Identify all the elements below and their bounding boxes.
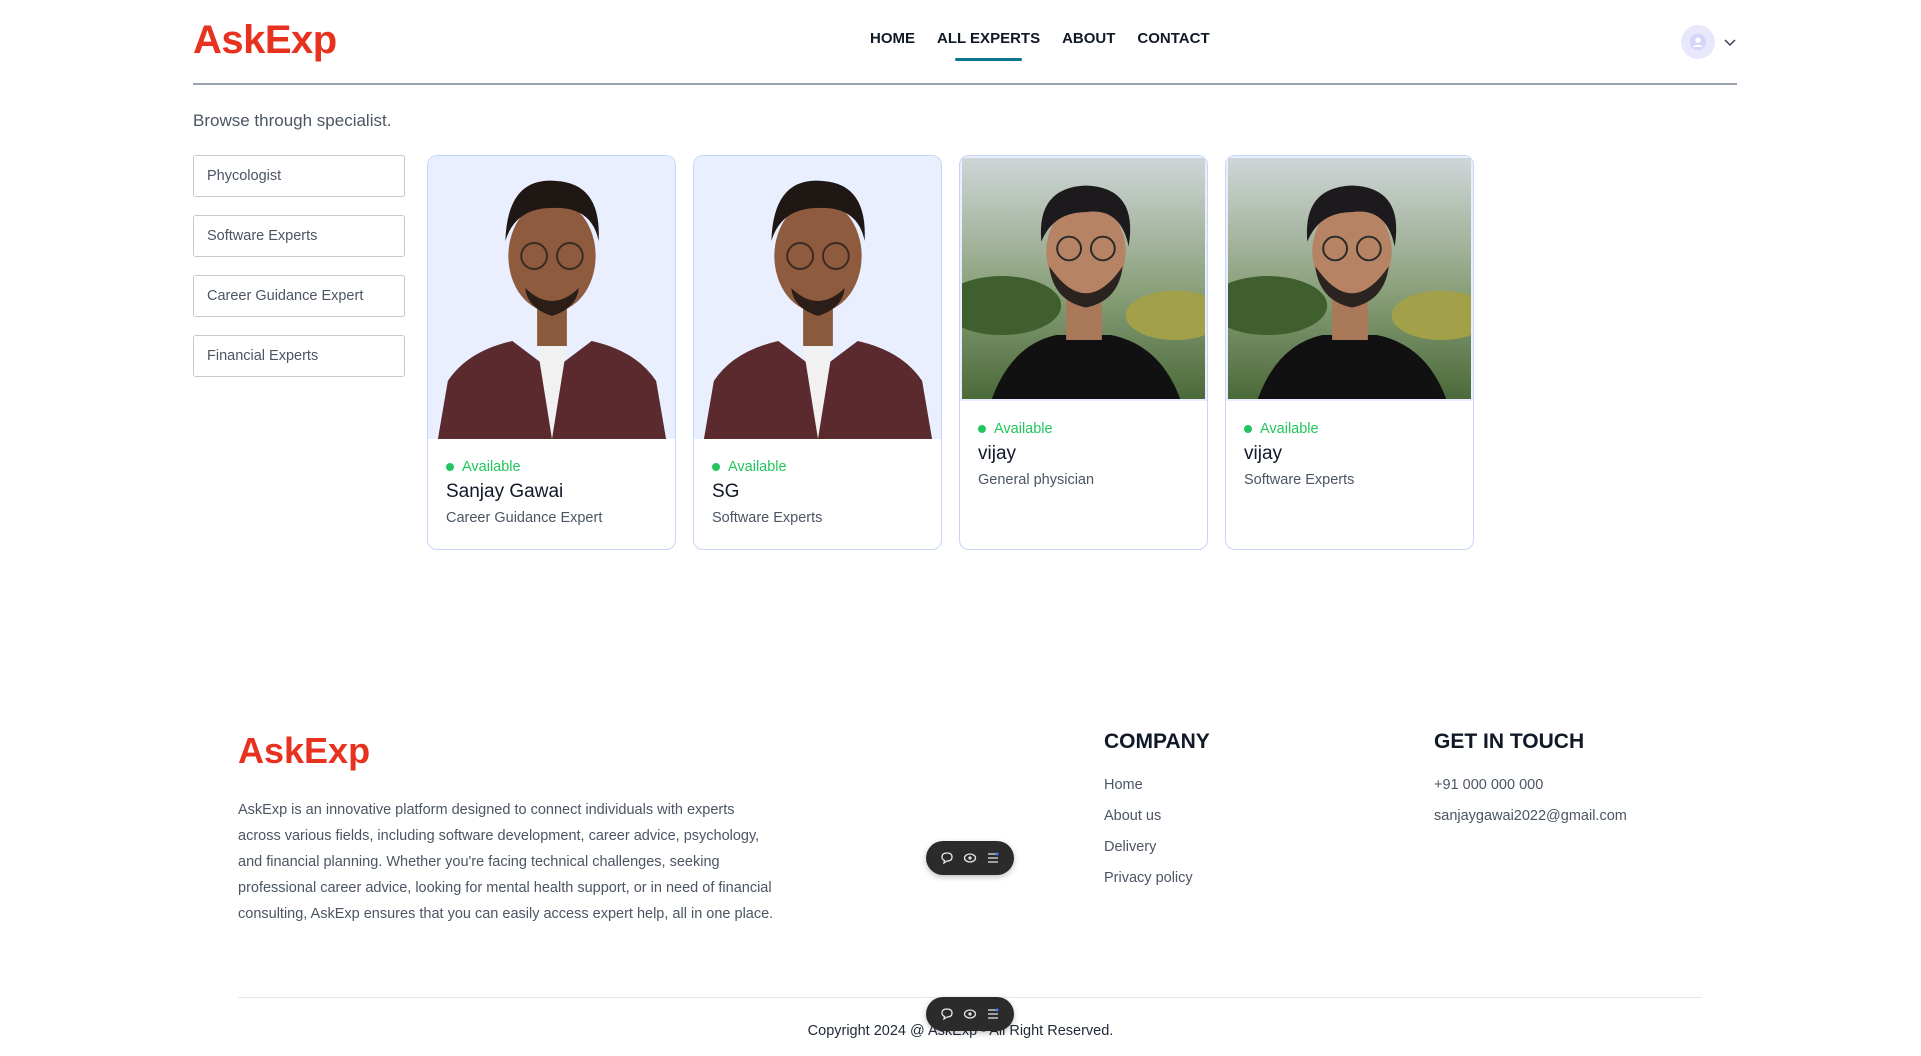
- main-nav: HOME ALL EXPERTS ABOUT CONTACT: [870, 30, 1210, 61]
- filter-financial-experts[interactable]: Financial Experts: [193, 335, 405, 377]
- expert-card[interactable]: Available vijay General physician: [959, 155, 1208, 550]
- page-intro: Browse through specialist.: [193, 111, 392, 130]
- expert-card[interactable]: Available SG Software Experts: [693, 155, 942, 550]
- expert-name: vijay: [978, 443, 1017, 464]
- status-label: Available: [994, 421, 1053, 437]
- list-icon[interactable]: [986, 851, 1000, 865]
- expert-name: Sanjay Gawai: [446, 481, 564, 502]
- footer-contact-column: GET IN TOUCH +91 000 000 000 sanjaygawai…: [1434, 730, 1627, 838]
- user-icon: [1689, 33, 1707, 51]
- footer-logo: AskExp: [238, 730, 371, 771]
- footer-company-title: COMPANY: [1104, 730, 1210, 753]
- expert-speciality: General physician: [978, 472, 1095, 488]
- chevron-down-icon[interactable]: [1723, 35, 1737, 49]
- profile-menu[interactable]: [1681, 25, 1737, 59]
- expert-photo: [428, 156, 675, 439]
- status-label: Available: [728, 459, 787, 475]
- list-icon[interactable]: [986, 1007, 1000, 1021]
- footer-contact-title: GET IN TOUCH: [1434, 730, 1585, 753]
- footer-email: sanjaygawai2022@gmail.com: [1434, 808, 1627, 824]
- eye-icon[interactable]: [963, 851, 977, 865]
- footer-link-delivery[interactable]: Delivery: [1104, 838, 1210, 856]
- expert-name: vijay: [1244, 443, 1283, 464]
- expert-photo: [960, 156, 1207, 401]
- logo[interactable]: AskExp: [193, 18, 337, 63]
- status-label: Available: [1260, 421, 1319, 437]
- floating-toolbar[interactable]: [926, 841, 1014, 875]
- nav-contact[interactable]: CONTACT: [1137, 30, 1209, 47]
- expert-card[interactable]: Available Sanjay Gawai Career Guidance E…: [427, 155, 676, 550]
- speciality-filters: Phycologist Software Experts Career Guid…: [193, 155, 405, 395]
- footer-link-home[interactable]: Home: [1104, 776, 1210, 794]
- availability-status: Available: [712, 459, 923, 475]
- expert-card[interactable]: Available vijay Software Experts: [1225, 155, 1474, 550]
- eye-icon[interactable]: [963, 1007, 977, 1021]
- expert-speciality: Software Experts: [1244, 472, 1355, 488]
- experts-grid: Available Sanjay Gawai Career Guidance E…: [427, 155, 1474, 550]
- avatar[interactable]: [1681, 25, 1715, 59]
- status-dot-icon: [1244, 425, 1252, 433]
- chat-bubble-icon[interactable]: [940, 1007, 954, 1021]
- filter-career-guidance-expert[interactable]: Career Guidance Expert: [193, 275, 405, 317]
- status-dot-icon: [446, 463, 454, 471]
- status-label: Available: [462, 459, 521, 475]
- availability-status: Available: [1244, 421, 1455, 437]
- filter-phycologist[interactable]: Phycologist: [193, 155, 405, 197]
- footer-company-column: COMPANY Home About us Delivery Privacy p…: [1104, 730, 1210, 900]
- chat-bubble-icon[interactable]: [940, 851, 954, 865]
- status-dot-icon: [712, 463, 720, 471]
- footer-link-privacy[interactable]: Privacy policy: [1104, 869, 1210, 887]
- footer-link-about[interactable]: About us: [1104, 807, 1210, 825]
- nav-home[interactable]: HOME: [870, 30, 915, 47]
- footer-phone: +91 000 000 000: [1434, 777, 1544, 793]
- availability-status: Available: [978, 421, 1189, 437]
- expert-speciality: Software Experts: [712, 510, 823, 526]
- expert-speciality: Career Guidance Expert: [446, 510, 603, 526]
- expert-photo: [1226, 156, 1473, 401]
- expert-photo: [694, 156, 941, 439]
- status-dot-icon: [978, 425, 986, 433]
- availability-status: Available: [446, 459, 657, 475]
- floating-toolbar[interactable]: [926, 997, 1014, 1031]
- filter-software-experts[interactable]: Software Experts: [193, 215, 405, 257]
- nav-about[interactable]: ABOUT: [1062, 30, 1115, 47]
- nav-all-experts[interactable]: ALL EXPERTS: [937, 30, 1040, 61]
- footer-description: AskExp is an innovative platform designe…: [238, 802, 774, 922]
- header: AskExp HOME ALL EXPERTS ABOUT CONTACT: [193, 0, 1737, 85]
- expert-name: SG: [712, 481, 740, 502]
